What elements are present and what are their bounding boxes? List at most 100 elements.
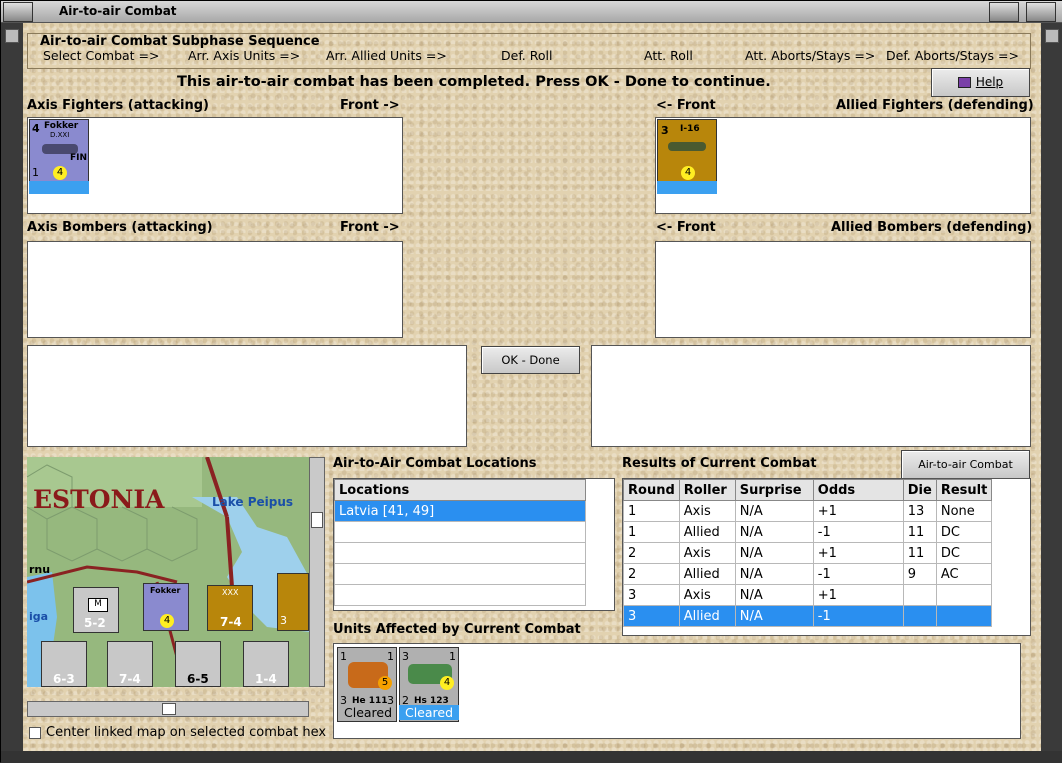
unit-status: Cleared (344, 705, 393, 720)
results-title: Results of Current Combat (622, 456, 817, 471)
counter-strength: 6-5 (187, 672, 209, 686)
selection-strip (29, 181, 89, 194)
result-cell: N/A (734, 500, 814, 522)
scroll-thumb[interactable] (162, 703, 176, 715)
map-counter[interactable]: 3 (277, 573, 309, 631)
result-cell: -1 (812, 563, 904, 585)
result-cell: DC (935, 521, 993, 543)
result-cell: N/A (734, 605, 814, 627)
counter-attack: 3 (661, 124, 669, 137)
axis-fighters-box[interactable]: 4 Fokker D.XXI FIN 1 4 (27, 117, 403, 214)
map-counter[interactable]: Fokker 4 (143, 583, 189, 631)
combat-chart-button[interactable]: Air-to-air Combat Chart (901, 450, 1030, 498)
center-map-label: Center linked map on selected combat hex (46, 725, 327, 740)
counter-sub: D.XXI (50, 131, 70, 139)
map-counter[interactable]: 6-5 (175, 641, 221, 687)
locations-panel: Locations Latvia [41, 49] (333, 478, 615, 611)
air-combat-window: Air-to-air Combat Air-to-air Combat Subp… (0, 0, 1062, 763)
close-button[interactable] (1026, 2, 1056, 22)
scroll-thumb[interactable] (311, 512, 323, 528)
result-cell: +1 (812, 584, 904, 606)
result-cell: 3 (623, 584, 680, 606)
map-horizontal-scrollbar[interactable] (27, 701, 309, 717)
result-cell: 3 (623, 605, 680, 627)
plane-icon (668, 142, 706, 151)
col-surprise: Surprise (734, 479, 814, 501)
results-table: Round Roller Surprise Odds Die Result 1A… (623, 479, 993, 627)
scroll-up-icon[interactable] (5, 29, 19, 43)
allied-fighters-box[interactable]: 3 I-16 4 (655, 117, 1031, 214)
counter-strength: 7-4 (220, 615, 242, 629)
map-counter[interactable]: XXX 7-4 (207, 585, 253, 631)
linked-map[interactable]: ESTONIA Lake Peipus rnu iga M 5-2 Fokker… (27, 457, 309, 687)
sequence-title: Air-to-air Combat Subphase Sequence (40, 34, 320, 49)
counter-strength: 7-4 (119, 672, 141, 686)
map-label-lake: Lake Peipus (212, 495, 294, 509)
result-cell (902, 584, 937, 606)
seq-step: Att. Roll (644, 48, 693, 63)
result-row[interactable]: 3 Allied N/A -1 (623, 605, 993, 627)
result-cell: N/A (734, 563, 814, 585)
result-cell: Allied (678, 521, 736, 543)
locations-header: Locations (334, 479, 586, 501)
help-book-icon (957, 77, 971, 88)
result-row[interactable]: 1 Allied N/A -1 11 DC (623, 521, 993, 543)
counter-name: Fokker (44, 121, 79, 131)
help-button[interactable]: Help (931, 68, 1030, 97)
result-cell: N/A (734, 542, 814, 564)
allied-bombers-label: Allied Bombers (defending) (831, 220, 1033, 235)
result-cell: DC (935, 542, 993, 564)
map-label-city: iga (29, 610, 49, 623)
axis-bombers-box[interactable] (27, 241, 403, 338)
result-cell: Axis (678, 500, 736, 522)
result-cell: 2 (623, 542, 680, 564)
map-counter[interactable]: 1-4 (243, 641, 289, 687)
result-cell: AC (935, 563, 993, 585)
result-row[interactable]: 3 Axis N/A +1 (623, 584, 993, 606)
counter-attack: 4 (32, 122, 40, 135)
seq-step: Att. Aborts/Stays => (745, 48, 876, 63)
result-row[interactable]: 1 Axis N/A +1 13 None (623, 500, 993, 522)
result-row[interactable]: 2 Axis N/A +1 11 DC (623, 542, 993, 564)
allied-fighters-label: Allied Fighters (defending) (836, 98, 1034, 113)
result-cell: N/A (734, 584, 814, 606)
system-menu-button[interactable] (3, 2, 33, 22)
map-counter[interactable]: M 5-2 (73, 587, 119, 633)
counter-strength: 5-2 (84, 616, 106, 630)
result-cell: 1 (623, 521, 680, 543)
result-cell: +1 (812, 500, 904, 522)
minimize-button[interactable] (989, 2, 1019, 22)
result-cell: Axis (678, 542, 736, 564)
ok-done-button[interactable]: OK - Done (481, 346, 580, 374)
location-row[interactable]: Latvia [41, 49] (334, 500, 586, 522)
result-cell: +1 (812, 542, 904, 564)
result-cell: 2 (623, 563, 680, 585)
col-odds: Odds (812, 479, 904, 501)
col-result: Result (935, 479, 993, 501)
col-die: Die (902, 479, 937, 501)
map-counter[interactable]: 7-4 (107, 641, 153, 687)
center-map-checkbox[interactable] (29, 727, 41, 739)
allied-message-box (591, 345, 1031, 447)
map-vertical-scrollbar[interactable] (309, 457, 325, 687)
counter-strength: 1-4 (255, 672, 277, 686)
result-cell (902, 605, 937, 627)
locations-table: Locations Latvia [41, 49] (334, 479, 586, 606)
result-row[interactable]: 2 Allied N/A -1 9 AC (623, 563, 993, 585)
counter-nation: FIN (70, 153, 88, 163)
allied-bombers-box[interactable] (655, 241, 1031, 338)
counter-range: 4 (160, 614, 174, 628)
title-bar[interactable]: Air-to-air Combat (1, 1, 1062, 23)
result-cell: -1 (812, 521, 904, 543)
axis-bombers-label: Axis Bombers (attacking) (27, 220, 213, 235)
counter-strength: 6-3 (53, 672, 75, 686)
scroll-up-icon[interactable] (1045, 29, 1059, 43)
results-panel: Round Roller Surprise Odds Die Result 1A… (622, 478, 1031, 636)
left-border (1, 23, 23, 751)
map-counter[interactable]: 6-3 (41, 641, 87, 687)
location-cell: Latvia [41, 49] (334, 500, 586, 522)
counter-range: 5 (378, 676, 392, 690)
seq-step: Arr. Allied Units => (326, 48, 447, 63)
affected-panel: 1 1 5 3 He 111 3 Cleared 3 1 4 2 Hs 123 … (333, 643, 1021, 739)
counter-range: 4 (53, 166, 67, 180)
